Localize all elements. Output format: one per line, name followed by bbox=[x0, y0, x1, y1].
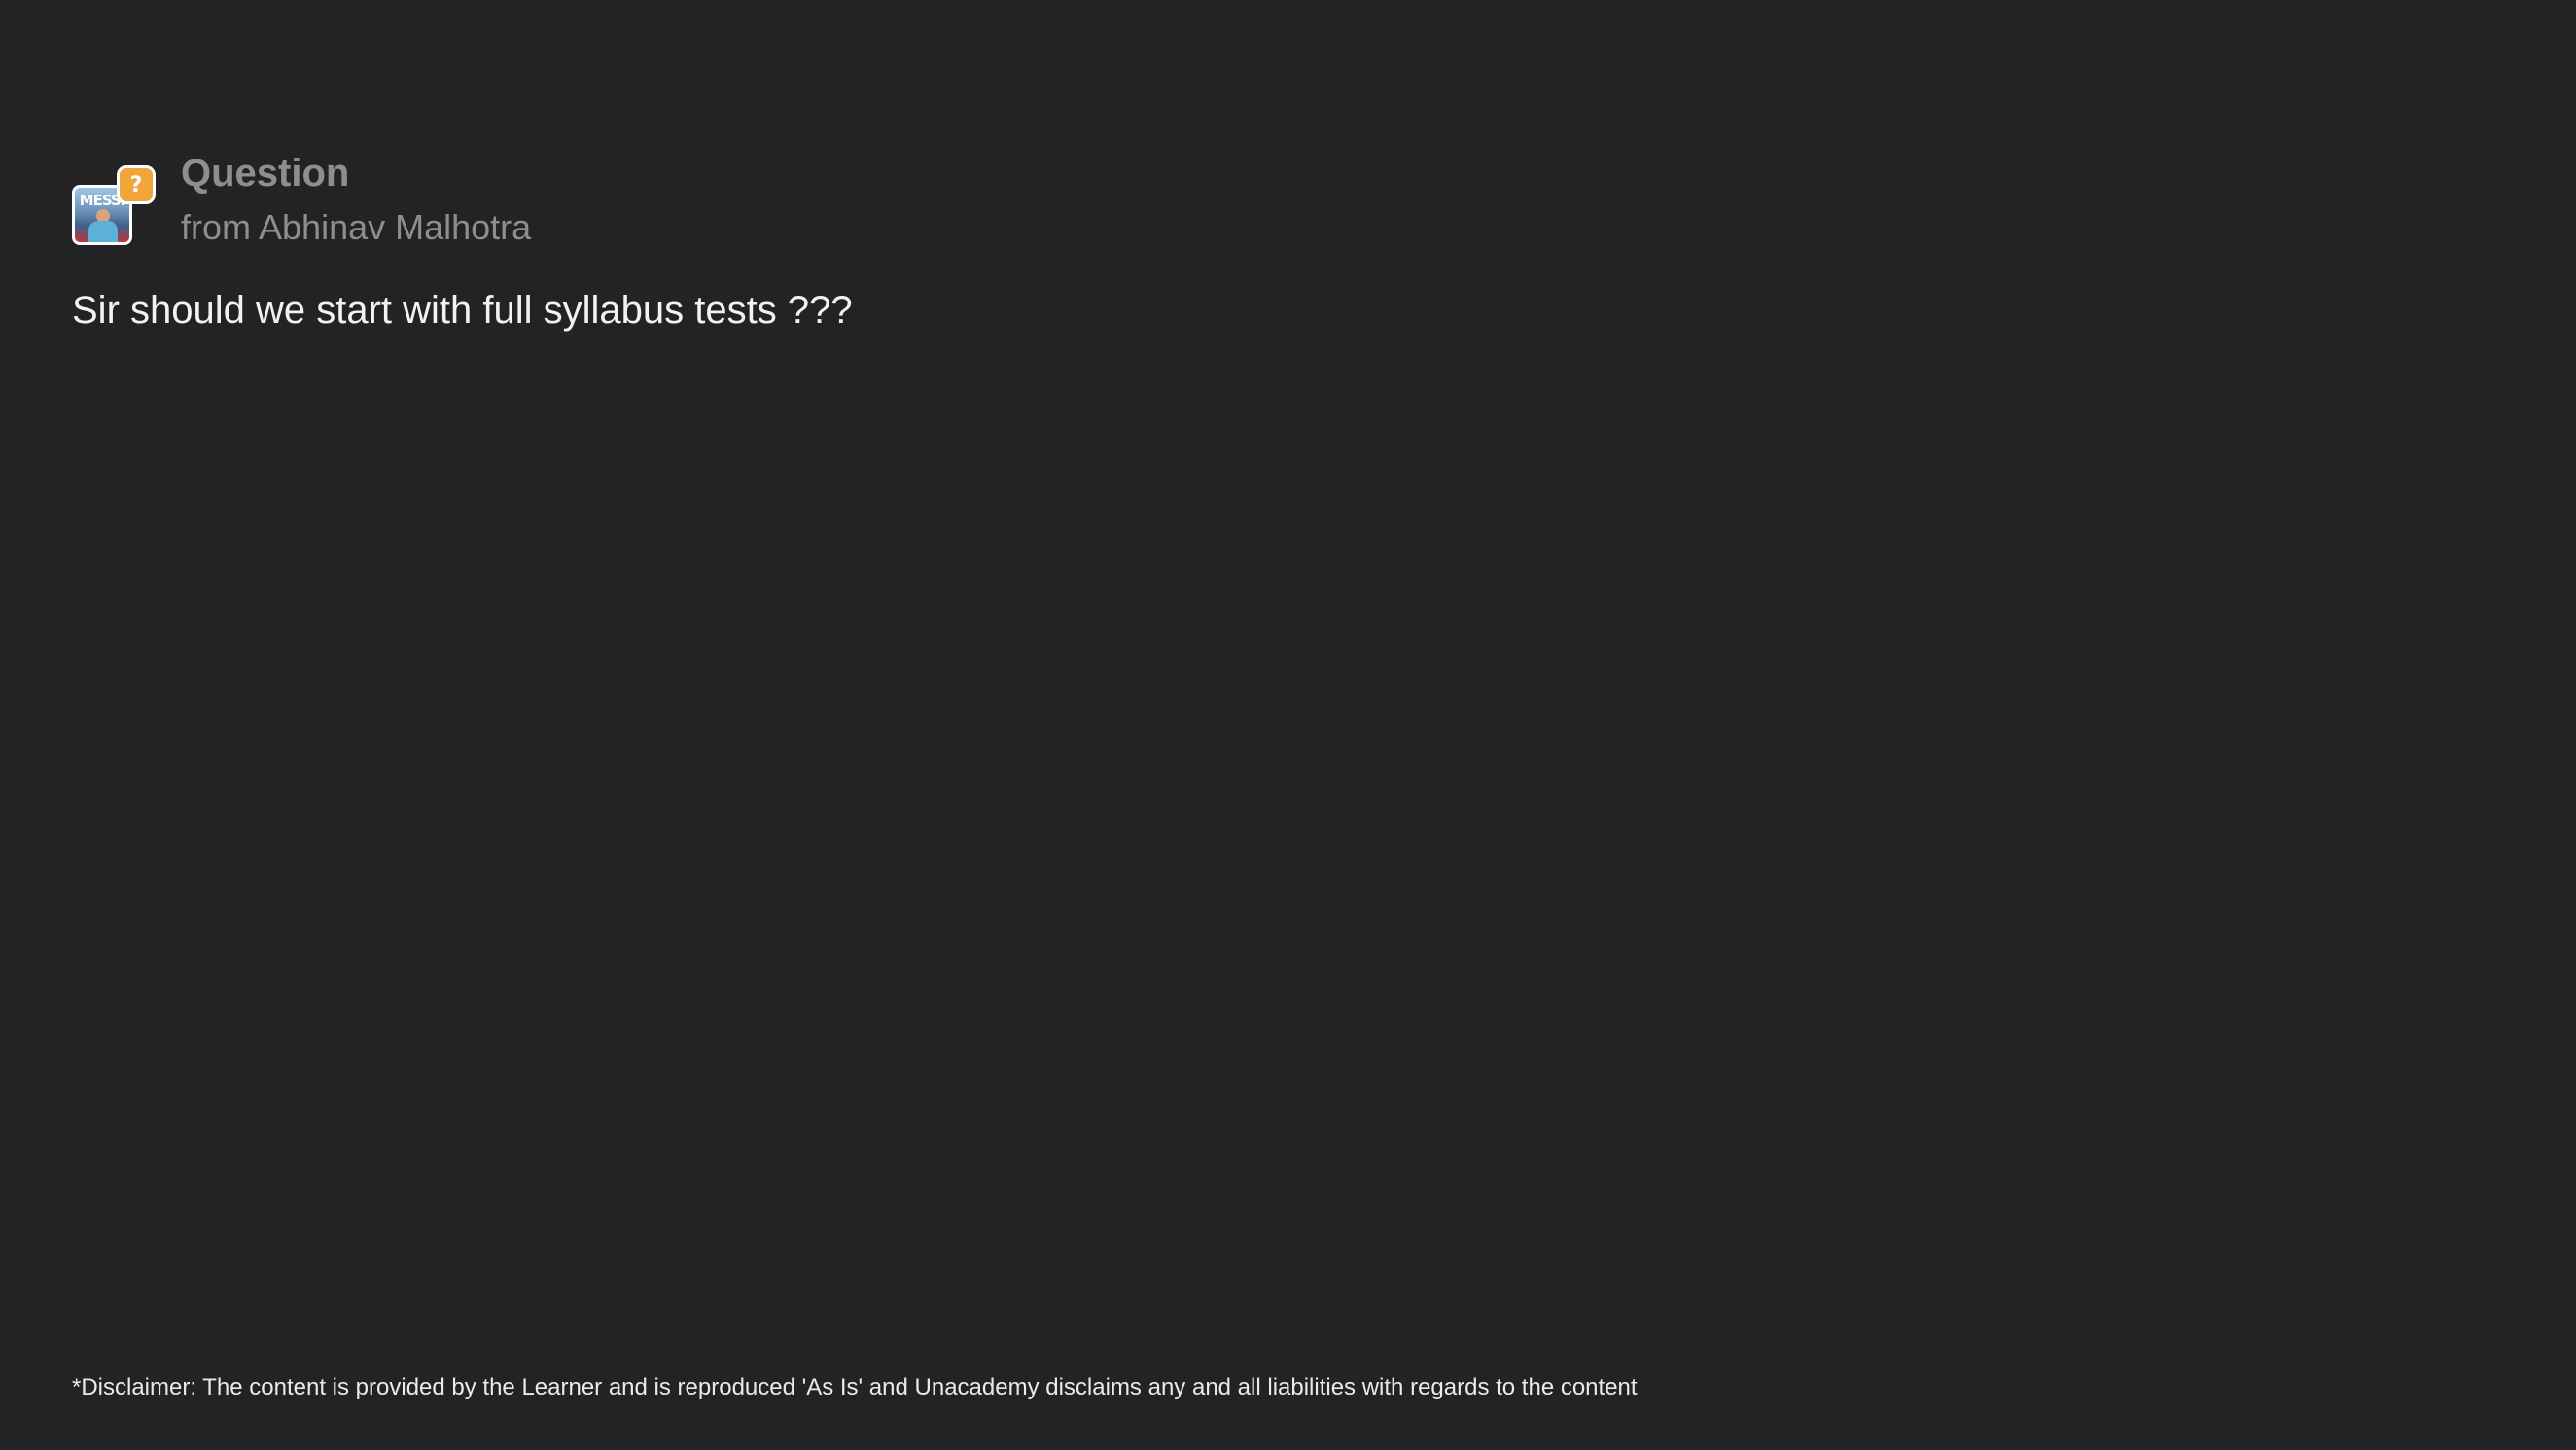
header-title: Question bbox=[181, 152, 350, 195]
avatar-figure-body bbox=[88, 221, 118, 242]
question-card: MESSI ? Question from Abhinav Malhotra S… bbox=[0, 0, 2576, 1450]
header-subtitle: from Abhinav Malhotra bbox=[181, 207, 532, 247]
avatar-group: MESSI ? bbox=[72, 159, 159, 257]
question-header: MESSI ? Question from Abhinav Malhotra bbox=[72, 146, 531, 257]
disclaimer-text: *Disclaimer: The content is provided by … bbox=[72, 1374, 1638, 1400]
question-badge-glyph: ? bbox=[129, 172, 143, 197]
header-titles: Question from Abhinav Malhotra bbox=[181, 146, 531, 255]
question-text: Sir should we start with full syllabus t… bbox=[72, 289, 853, 332]
question-mark-icon: ? bbox=[117, 165, 156, 204]
